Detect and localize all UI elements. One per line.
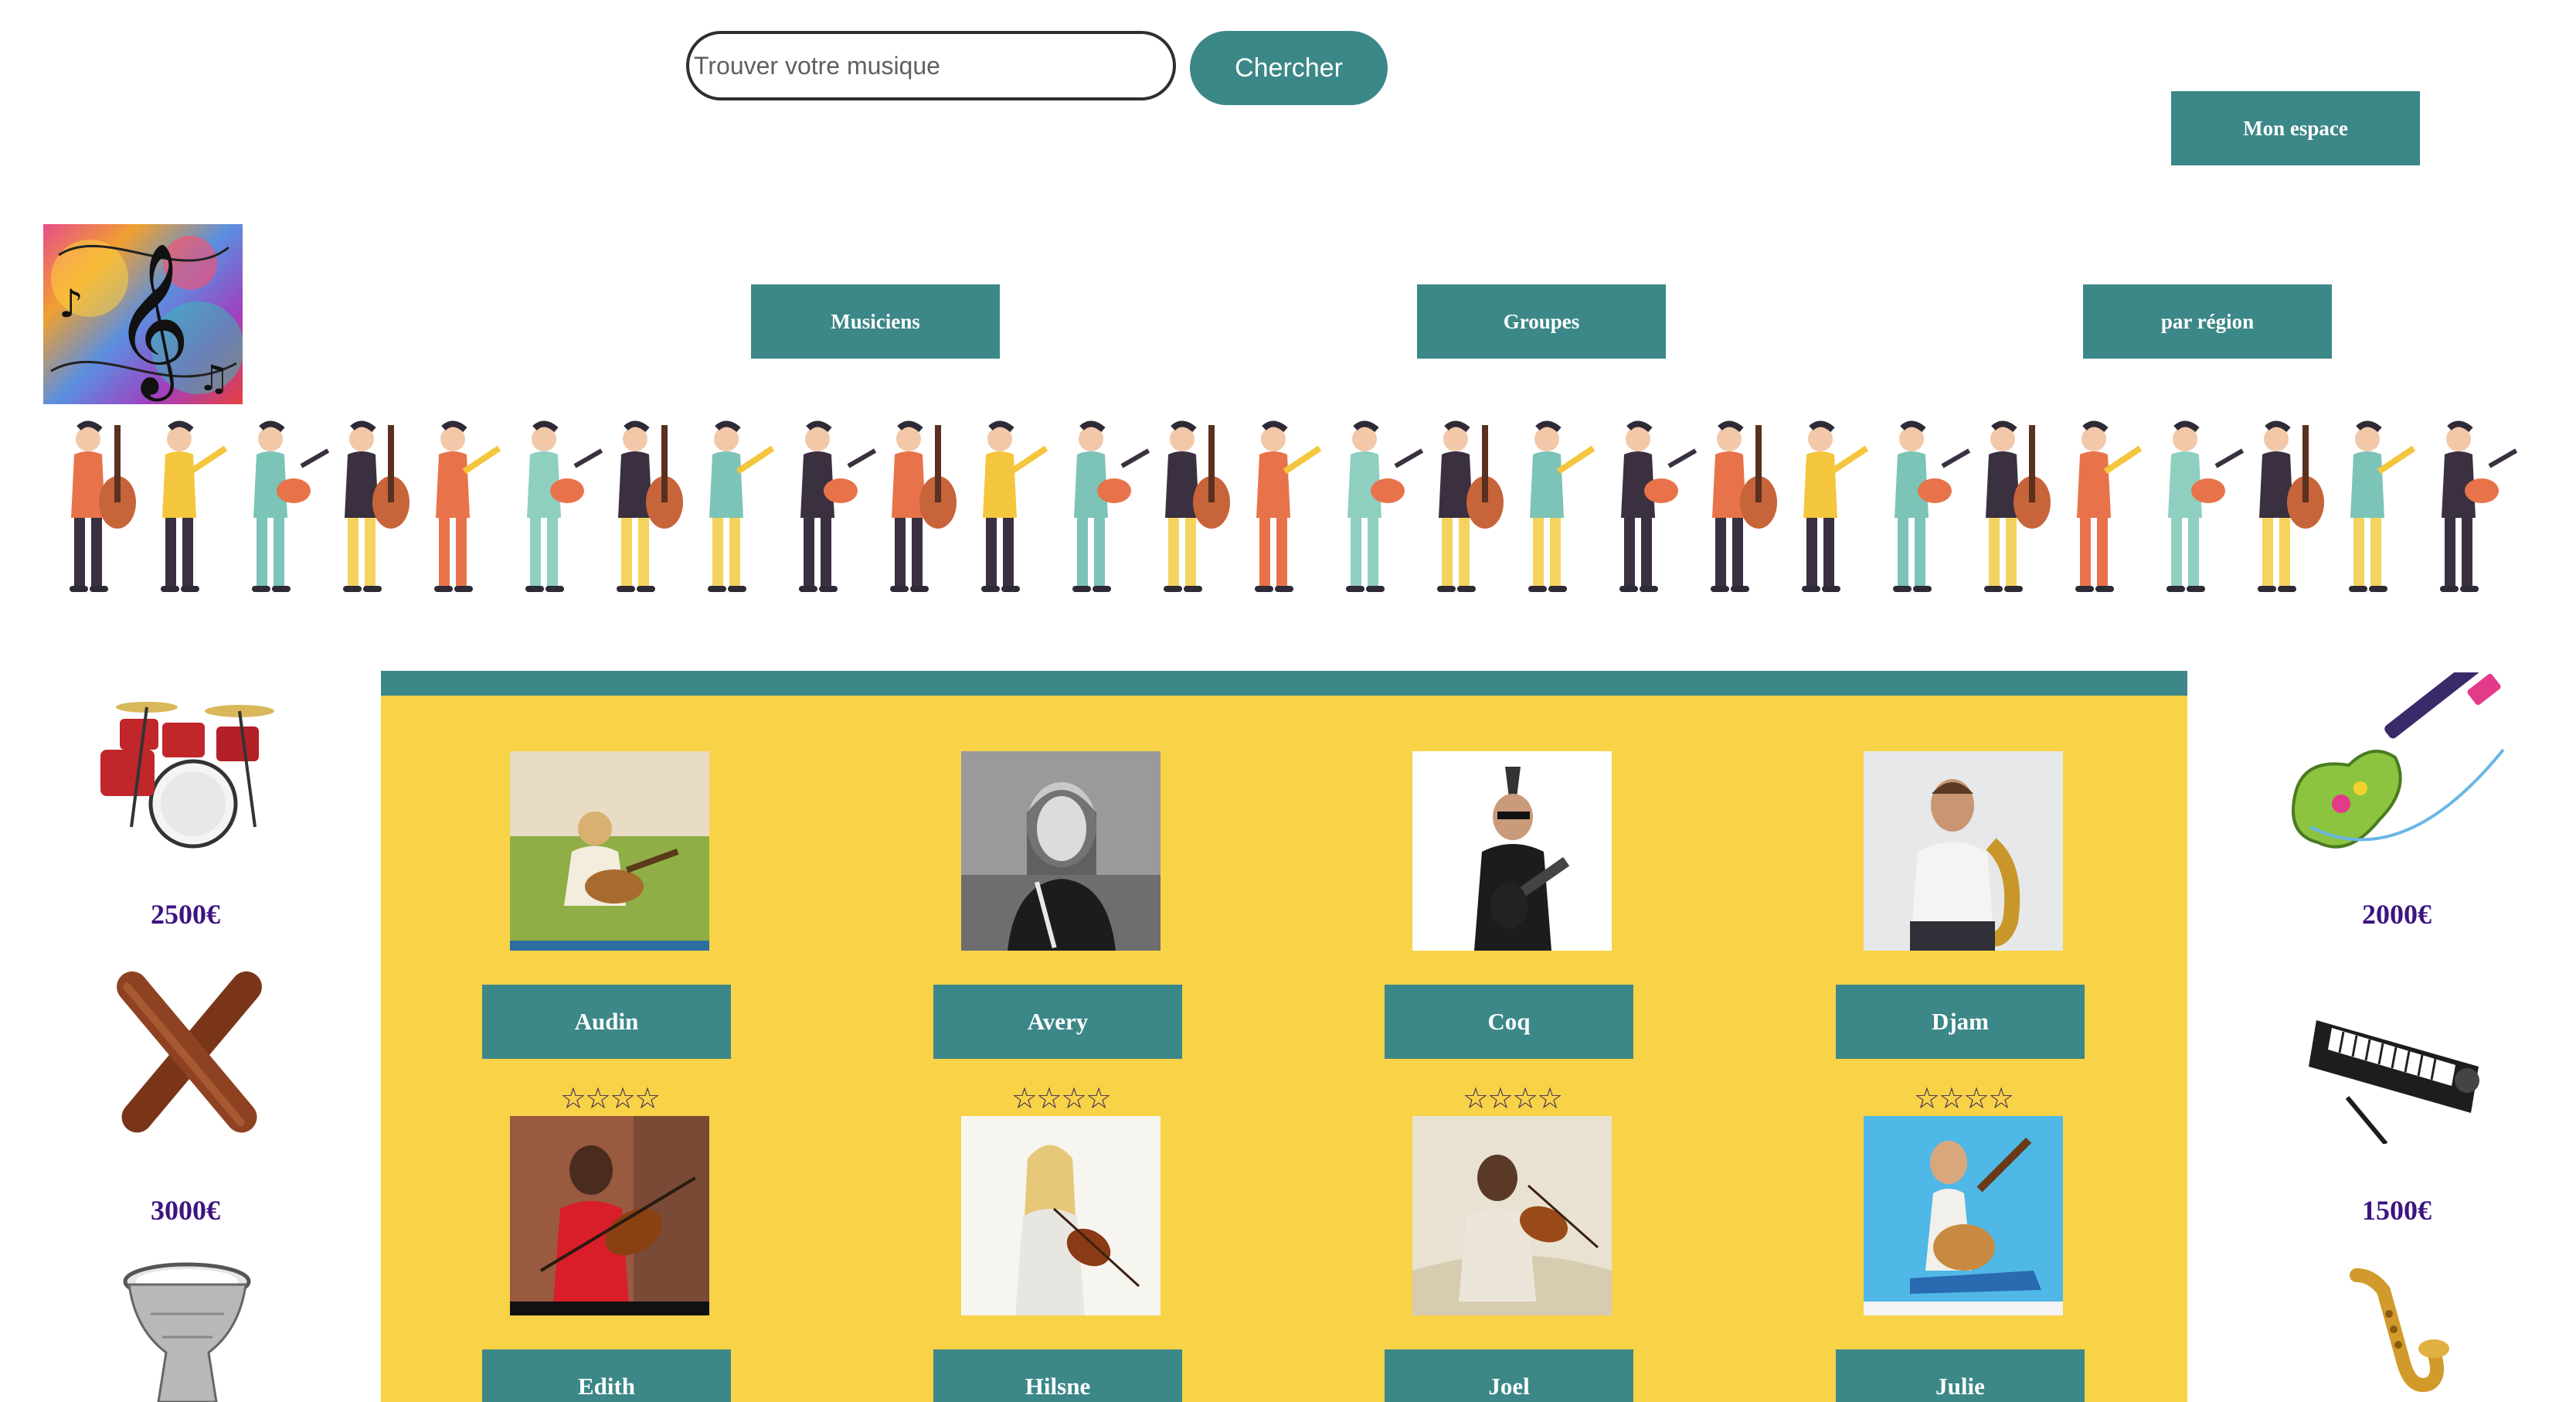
- banner-musician-figure: [799, 420, 877, 592]
- banner-musician-figure: [2258, 420, 2324, 592]
- nav-groups-button[interactable]: Groupes: [1417, 284, 1666, 359]
- search-button[interactable]: Chercher: [1190, 31, 1388, 105]
- banner-musician-figure: [252, 420, 330, 592]
- musician-photo[interactable]: [961, 1116, 1161, 1315]
- musicians-panel: Audin Avery Coq Djam ☆☆☆☆ ☆☆☆☆ ☆☆☆☆ ☆☆☆☆: [381, 696, 2187, 1402]
- banner-musician-figure: [1255, 420, 1322, 592]
- saxophone-icon[interactable]: [2349, 1268, 2449, 1402]
- banner-musician-figure: [161, 420, 228, 592]
- svg-text:♫: ♫: [198, 357, 229, 399]
- banner-musician-figure: [708, 420, 775, 592]
- musician-photo[interactable]: [1412, 1116, 1612, 1315]
- nav-region-button[interactable]: par région: [2083, 284, 2332, 359]
- claves-icon[interactable]: [100, 958, 278, 1152]
- banner-musician-figure: [617, 420, 683, 592]
- musician-name-button[interactable]: Hilsne: [933, 1349, 1182, 1402]
- musician-photo[interactable]: [510, 1116, 709, 1315]
- musician-photo[interactable]: [1412, 751, 1612, 951]
- banner-musician-figure: [1528, 420, 1596, 592]
- banner-musician-figure: [981, 420, 1048, 592]
- musician-photo[interactable]: [961, 751, 1161, 951]
- banner-musician-figure: [2440, 420, 2518, 592]
- musician-photo[interactable]: [1864, 751, 2063, 951]
- musician-name-button[interactable]: Coq: [1385, 985, 1633, 1059]
- svg-text:♪: ♪: [59, 281, 83, 326]
- rating-stars[interactable]: ☆☆☆☆: [999, 1084, 1123, 1114]
- product-price: 2000€: [2362, 899, 2432, 930]
- banner-musician-figure: [1164, 420, 1230, 592]
- banner-musician-figure: [1893, 420, 1971, 592]
- account-button[interactable]: Mon espace: [2171, 91, 2420, 165]
- panel-header-bar: [381, 671, 2187, 696]
- banner-musician-figure: [1619, 420, 1698, 592]
- banner-musician-figure: [2075, 420, 2143, 592]
- rating-stars[interactable]: ☆☆☆☆: [548, 1084, 671, 1114]
- banner-musician-figure: [70, 420, 136, 592]
- banner-musician-figure: [2166, 420, 2245, 592]
- musician-name-button[interactable]: Joel: [1385, 1349, 1633, 1402]
- musician-name-button[interactable]: Djam: [1836, 985, 2085, 1059]
- toy-guitar-icon[interactable]: [2279, 672, 2511, 873]
- treble-clef-icon: 𝄞 ♪ ♫: [50, 236, 243, 401]
- banner-musician-figure: [1711, 420, 1777, 592]
- banner-musician-figure: [434, 420, 501, 592]
- product-price: 2500€: [151, 899, 220, 930]
- site-logo[interactable]: 𝄞 ♪ ♫: [43, 224, 243, 404]
- musician-name-button[interactable]: Julie: [1836, 1349, 2085, 1402]
- musician-photo[interactable]: [510, 751, 709, 951]
- rating-stars[interactable]: ☆☆☆☆: [1901, 1084, 2025, 1114]
- darbuka-icon[interactable]: [120, 1260, 255, 1402]
- musician-photo[interactable]: [1864, 1116, 2063, 1315]
- product-price: 3000€: [151, 1195, 220, 1226]
- banner-musician-figure: [1072, 420, 1150, 592]
- keyboard-icon[interactable]: [2301, 989, 2502, 1144]
- banner-musician-figure: [1802, 420, 1869, 592]
- banner-musician-figure: [890, 420, 957, 592]
- banner-musician-figure: [343, 420, 410, 592]
- musician-name-button[interactable]: Audin: [482, 985, 731, 1059]
- musician-name-button[interactable]: Avery: [933, 985, 1182, 1059]
- banner-musician-figure: [1346, 420, 1424, 592]
- musician-name-button[interactable]: Edith: [482, 1349, 731, 1402]
- banner-musician-figure: [1437, 420, 1504, 592]
- drum-kit-icon[interactable]: [85, 680, 294, 858]
- search-input[interactable]: [686, 31, 1176, 100]
- nav-musicians-button[interactable]: Musiciens: [751, 284, 1000, 359]
- banner-musician-figure: [2349, 420, 2416, 592]
- product-price: 1500€: [2362, 1195, 2432, 1226]
- svg-text:𝄞: 𝄞: [113, 242, 190, 401]
- banner-musician-figure: [1984, 420, 2051, 592]
- rating-stars[interactable]: ☆☆☆☆: [1450, 1084, 1574, 1114]
- musicians-banner-illustration: [70, 420, 2518, 592]
- banner-musician-figure: [525, 420, 603, 592]
